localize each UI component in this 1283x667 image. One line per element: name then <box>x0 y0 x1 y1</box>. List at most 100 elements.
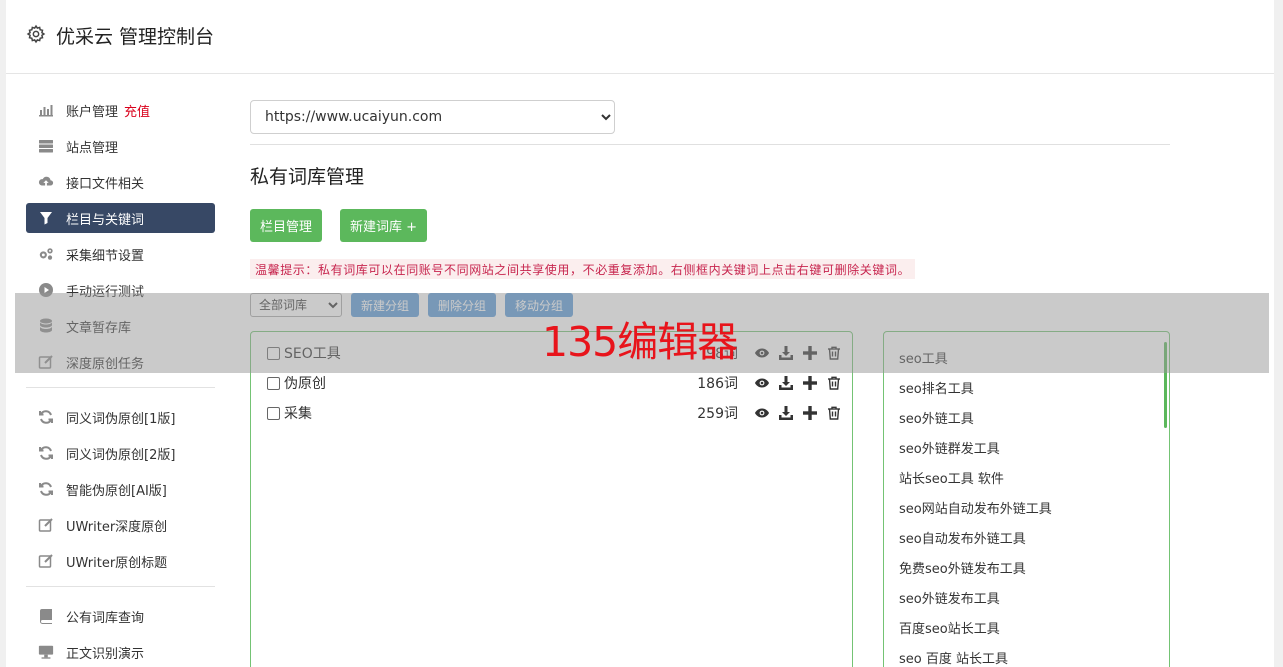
keyword-item[interactable]: seo外链工具 <box>899 408 974 427</box>
sidebar-item-article-store[interactable]: 文章暂存库 <box>26 311 215 341</box>
gears-icon <box>38 246 54 262</box>
sidebar-item-collect-settings[interactable]: 采集细节设置 <box>26 239 215 269</box>
edit-icon <box>38 553 54 569</box>
cloud-upload-icon <box>38 174 54 190</box>
keyword-item[interactable]: 站长seo工具 软件 <box>899 468 1004 487</box>
play-circle-icon <box>38 282 54 298</box>
sidebar-divider <box>26 387 215 388</box>
sidebar-item-sites[interactable]: 站点管理 <box>26 131 215 161</box>
recharge-link[interactable]: 充值 <box>124 101 150 120</box>
main-content: https://www.ucaiyun.com 私有词库管理 栏目管理 新建词库… <box>250 100 1170 279</box>
site-select[interactable]: https://www.ucaiyun.com <box>250 100 615 134</box>
sidebar-item-label: 接口文件相关 <box>66 176 145 192</box>
edit-icon <box>38 354 54 370</box>
column-manage-button[interactable]: 栏目管理 <box>250 209 323 242</box>
keyword-item[interactable]: seo网站自动发布外链工具 <box>899 498 1052 517</box>
plus-icon[interactable] <box>802 405 818 421</box>
sidebar-item-label: 同义词伪原创[2版] <box>66 447 176 463</box>
sidebar-item-label: 公有词库查询 <box>66 610 145 626</box>
app-title: 优采云 管理控制台 <box>56 26 215 48</box>
lexicon-checkbox[interactable] <box>267 346 280 360</box>
sidebar-item-synonym-v2[interactable]: 同义词伪原创[2版] <box>26 438 215 468</box>
plus-icon[interactable] <box>802 345 818 361</box>
sidebar-item-label: 栏目与关键词 <box>66 212 145 228</box>
sidebar-item-uwriter-deep[interactable]: UWriter深度原创 <box>26 510 215 540</box>
lexicon-count: 259词 <box>697 406 738 422</box>
keyword-item[interactable]: seo外链群发工具 <box>899 438 1000 457</box>
eye-icon[interactable] <box>754 375 770 391</box>
download-icon[interactable] <box>778 375 794 391</box>
filter-icon <box>38 210 54 226</box>
lexicon-filter-select[interactable]: 全部词库 <box>250 293 342 317</box>
sidebar: 账户管理 充值 站点管理 接口文件相关 栏目与关键词 采集细节设置 手动运行测试 <box>26 95 215 667</box>
bar-chart-icon <box>38 102 54 118</box>
lexicon-checkbox[interactable] <box>267 406 280 420</box>
trash-icon[interactable] <box>826 405 842 421</box>
sidebar-item-columns-keywords[interactable]: 栏目与关键词 <box>26 203 215 233</box>
sidebar-item-label: 文章暂存库 <box>66 320 132 336</box>
page-title: 私有词库管理 <box>250 166 365 188</box>
eye-icon[interactable] <box>754 405 770 421</box>
lexicon-toolbar: 全部词库 新建分组 删除分组 移动分组 <box>250 293 574 317</box>
new-group-button[interactable]: 新建分组 <box>351 293 420 317</box>
new-lexicon-button[interactable]: 新建词库 + <box>340 209 428 242</box>
sidebar-item-public-lexicon[interactable]: 公有词库查询 <box>26 601 215 631</box>
keyword-item[interactable]: seo工具 <box>899 348 948 367</box>
trash-icon[interactable] <box>826 375 842 391</box>
server-icon <box>38 138 54 154</box>
database-icon <box>38 318 54 334</box>
lexicon-count: 98词 <box>706 346 738 362</box>
scrollbar-thumb[interactable] <box>1164 342 1167 428</box>
divider <box>250 144 1170 145</box>
lexicon-name[interactable]: 伪原创 <box>284 373 326 393</box>
keyword-item[interactable]: seo排名工具 <box>899 378 974 397</box>
list-item: 采集 259词 <box>267 402 842 424</box>
keyword-item[interactable]: seo自动发布外链工具 <box>899 528 1026 547</box>
keyword-item[interactable]: 免费seo外链发布工具 <box>899 558 1026 577</box>
gear-icon <box>26 24 46 44</box>
sidebar-item-label: 站点管理 <box>66 140 119 156</box>
sidebar-item-label: UWriter深度原创 <box>66 519 168 535</box>
download-icon[interactable] <box>778 405 794 421</box>
book-icon <box>38 608 54 624</box>
trash-icon[interactable] <box>826 345 842 361</box>
sidebar-item-deep-original[interactable]: 深度原创任务 <box>26 347 215 377</box>
download-icon[interactable] <box>778 345 794 361</box>
sidebar-item-synonym-v1[interactable]: 同义词伪原创[1版] <box>26 402 215 432</box>
edit-icon <box>38 517 54 533</box>
keyword-item[interactable]: seo外链发布工具 <box>899 588 1000 607</box>
keyword-item[interactable]: 百度seo站长工具 <box>899 618 1000 637</box>
lexicon-actions <box>746 345 842 361</box>
sidebar-item-text-recognition[interactable]: 正文识别演示 <box>26 637 215 667</box>
sidebar-item-ai-rewrite[interactable]: 智能伪原创[AI版] <box>26 474 215 504</box>
sidebar-item-label: 深度原创任务 <box>66 356 145 372</box>
sidebar-item-label: UWriter原创标题 <box>66 555 168 571</box>
lexicon-actions <box>746 375 842 391</box>
lexicon-checkbox[interactable] <box>267 376 280 390</box>
sidebar-item-interface-files[interactable]: 接口文件相关 <box>26 167 215 197</box>
monitor-icon <box>38 644 54 660</box>
keyword-list-panel[interactable]: seo工具 seo排名工具 seo外链工具 seo外链群发工具 站长seo工具 … <box>883 331 1170 667</box>
sidebar-item-uwriter-title[interactable]: UWriter原创标题 <box>26 546 215 576</box>
sidebar-item-account[interactable]: 账户管理 充值 <box>26 95 215 125</box>
sidebar-divider <box>26 586 215 587</box>
list-item: SEO工具 98词 <box>267 342 842 364</box>
lexicon-list-panel: SEO工具 98词 伪原创 186词 采集 259词 <box>250 331 853 667</box>
app-header: 优采云 管理控制台 <box>6 0 1274 74</box>
refresh-icon <box>38 409 54 425</box>
refresh-icon <box>38 481 54 497</box>
lexicon-name[interactable]: 采集 <box>284 403 312 423</box>
sidebar-item-label: 采集细节设置 <box>66 248 145 264</box>
lexicon-actions <box>746 405 842 421</box>
keyword-item[interactable]: seo 百度 站长工具 <box>899 648 1008 667</box>
plus-icon[interactable] <box>802 375 818 391</box>
delete-group-button[interactable]: 删除分组 <box>428 293 497 317</box>
sidebar-item-label: 智能伪原创[AI版] <box>66 483 167 499</box>
eye-icon[interactable] <box>754 345 770 361</box>
lexicon-count: 186词 <box>697 376 738 392</box>
refresh-icon <box>38 445 54 461</box>
lexicon-name[interactable]: SEO工具 <box>284 343 341 363</box>
sidebar-item-label: 账户管理 <box>66 104 119 120</box>
sidebar-item-manual-run[interactable]: 手动运行测试 <box>26 275 215 305</box>
move-group-button[interactable]: 移动分组 <box>505 293 574 317</box>
